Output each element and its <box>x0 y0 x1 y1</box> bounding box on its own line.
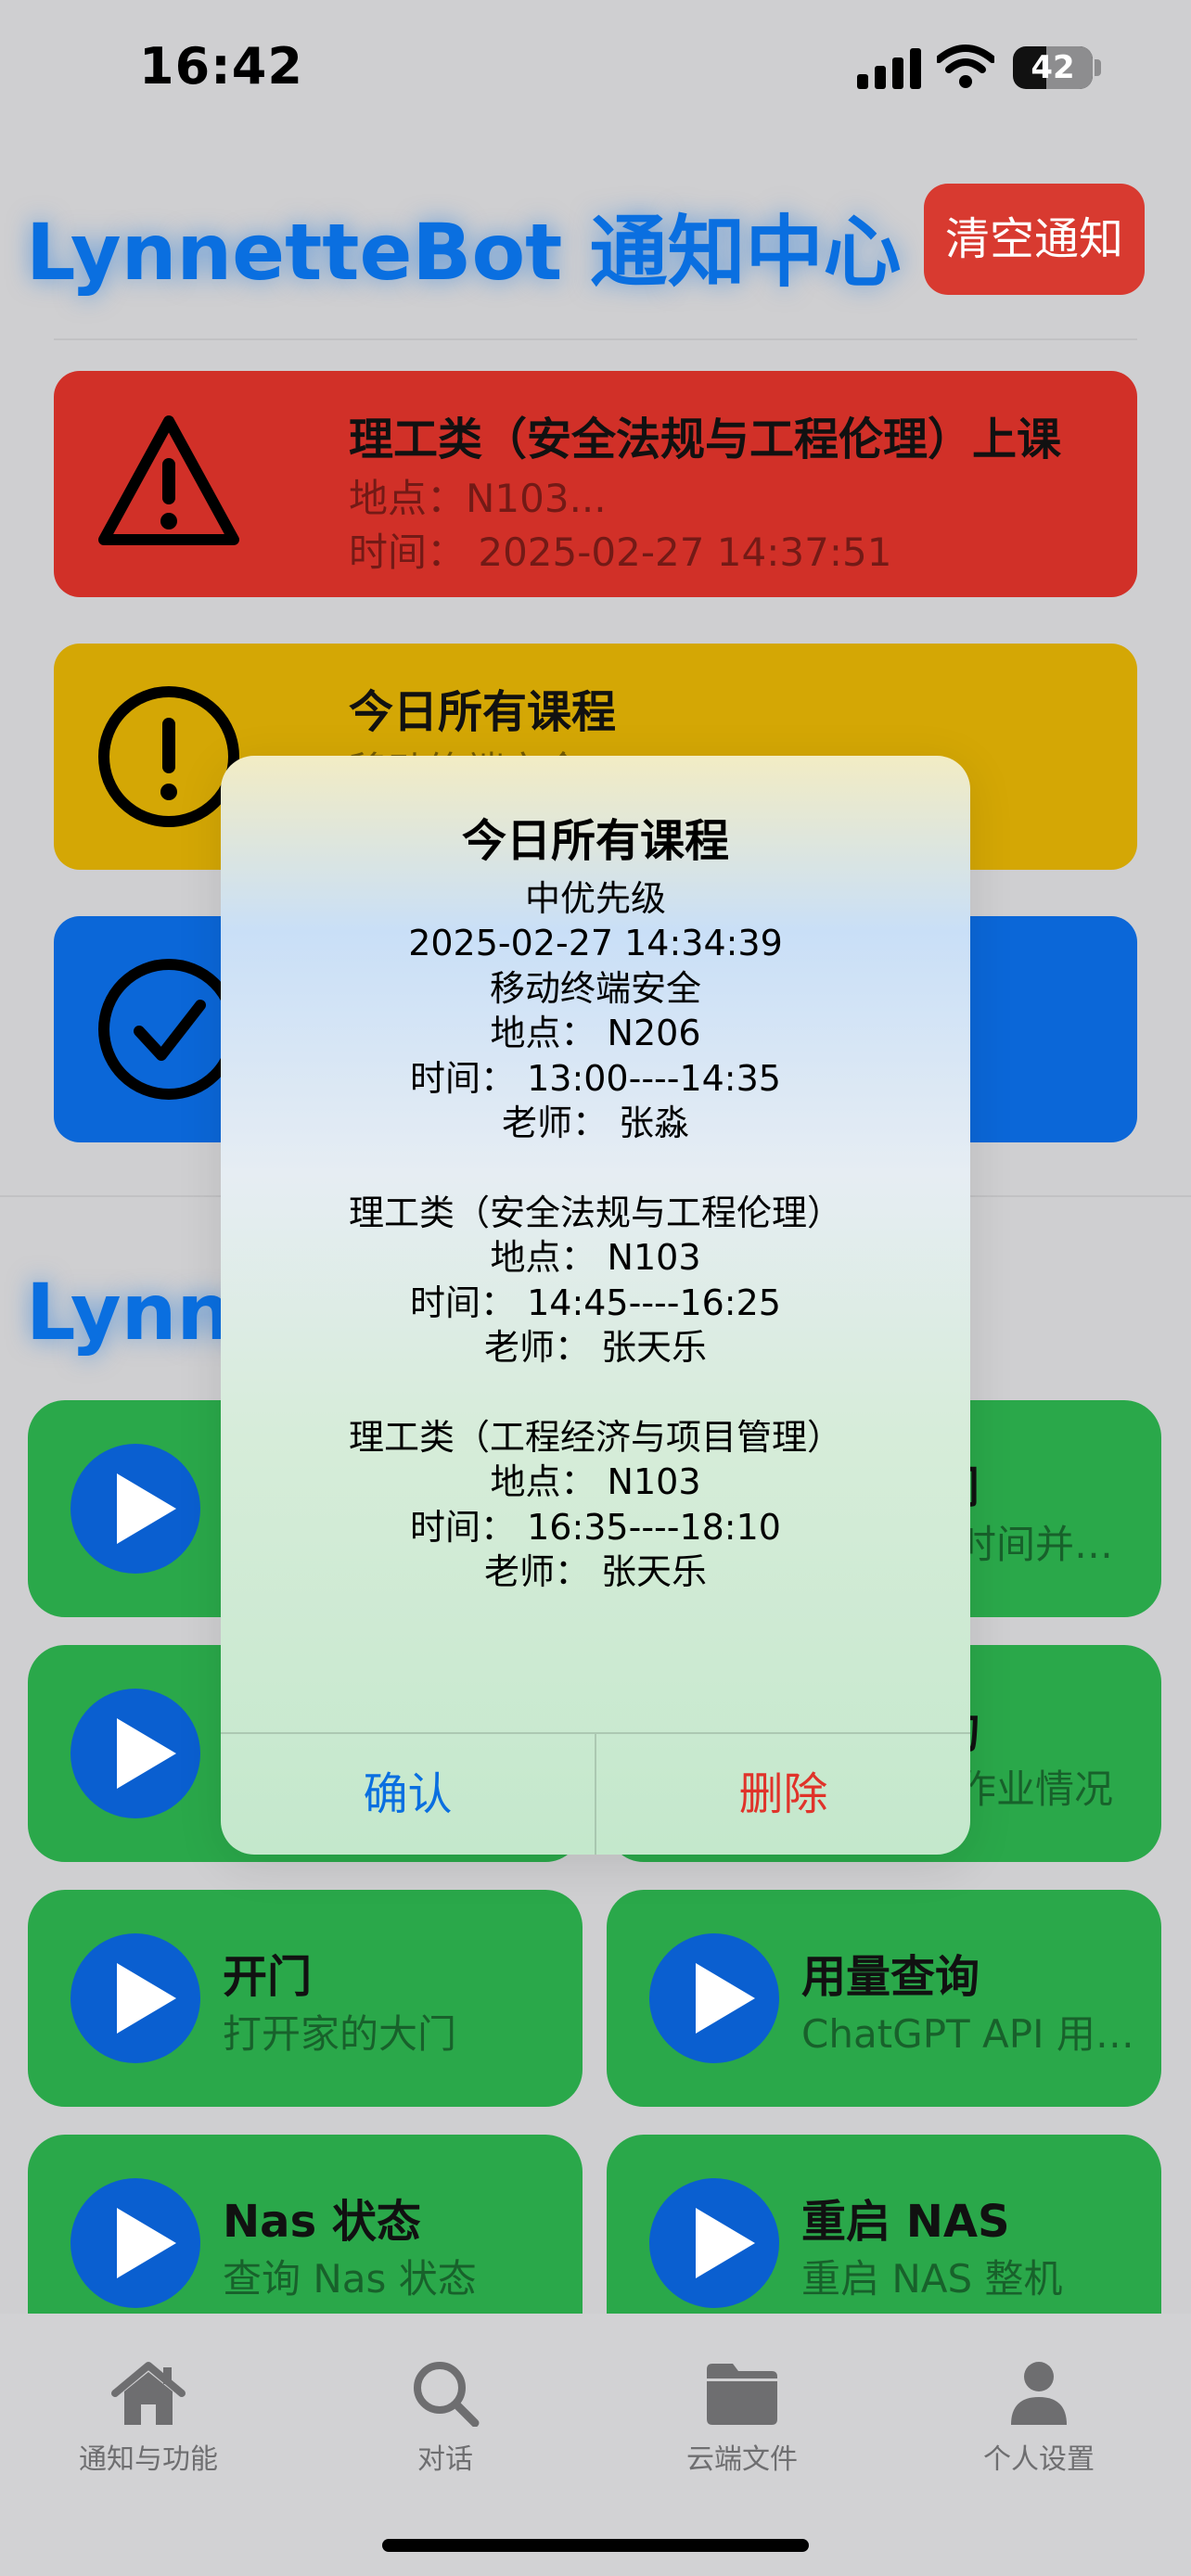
feature-subtitle: 打开家的大门 <box>223 2011 457 2057</box>
dialog-line <box>221 1370 970 1414</box>
dialog-title: 今日所有课程 <box>461 815 729 867</box>
tab-cloud-files[interactable]: 云端文件 <box>621 2360 863 2477</box>
notification-card-critical[interactable]: 理工类（安全法规与工程伦理）上课 地点：N103... 时间： 2025-02-… <box>54 371 1137 597</box>
play-icon <box>70 1689 200 1818</box>
tab-label: 云端文件 <box>686 2443 798 2476</box>
dialog-line: 时间： 14:45----16:25 <box>410 1282 781 1323</box>
feature-card-usage-query[interactable]: 用量查询 ChatGPT API 用量查询 <box>607 1890 1161 2107</box>
dialog-line: 理工类（工程经济与项目管理） <box>348 1416 842 1458</box>
battery-level: 42 <box>1031 49 1075 86</box>
dialog-line: 中优先级 <box>524 878 666 919</box>
dialog-line: 理工类（安全法规与工程伦理） <box>348 1192 842 1233</box>
delete-button[interactable]: 删除 <box>596 1734 970 1855</box>
dialog-line: 地点： N103 <box>490 1461 701 1503</box>
dialog-message: 中优先级 2025-02-27 14:34:39 移动终端安全 地点： N206… <box>221 876 970 1594</box>
tab-label: 个人设置 <box>983 2443 1095 2476</box>
feature-title: 开门 <box>223 1951 313 2003</box>
play-icon <box>649 2178 779 2308</box>
feature-card-open-door[interactable]: 开门 打开家的大门 <box>28 1890 583 2107</box>
notification-subtitle: 地点：N103... <box>349 476 607 521</box>
feature-title: 用量查询 <box>801 1951 980 2003</box>
course-alert-dialog: 今日所有课程 中优先级 2025-02-27 14:34:39 移动终端安全 地… <box>221 756 970 1855</box>
dialog-line: 2025-02-27 14:34:39 <box>408 923 783 964</box>
tab-notifications[interactable]: 通知与功能 <box>28 2360 269 2477</box>
person-icon <box>1011 2362 1067 2425</box>
feature-subtitle: 重启 NAS 整机 <box>801 2256 1063 2302</box>
status-time: 16:42 <box>139 37 303 96</box>
play-icon <box>70 1444 200 1574</box>
play-icon <box>70 1933 200 2063</box>
feature-subtitle: 查询 Nas 状态 <box>223 2256 477 2302</box>
dialog-line: 时间： 13:00----14:35 <box>410 1057 781 1099</box>
play-icon <box>70 2178 200 2308</box>
feature-subtitle: ChatGPT API 用量查询 <box>801 2011 1145 2057</box>
folder-icon <box>707 2364 777 2425</box>
dialog-line: 移动终端安全 <box>489 967 701 1009</box>
house-icon <box>111 2362 186 2425</box>
notification-title: 今日所有课程 <box>349 686 617 738</box>
play-icon <box>649 1933 779 2063</box>
notification-time: 时间： 2025-02-27 14:37:51 <box>349 529 892 575</box>
clear-notifications-button[interactable]: 清空通知 <box>924 184 1145 295</box>
feature-title: Nas 状态 <box>223 2196 421 2248</box>
battery-icon: 42 <box>1013 46 1093 89</box>
dialog-line <box>221 1145 970 1190</box>
home-indicator <box>382 2539 809 2552</box>
dialog-line: 时间： 16:35----18:10 <box>410 1506 781 1548</box>
dialog-line: 地点： N103 <box>490 1237 701 1279</box>
search-icon <box>414 2362 480 2427</box>
dialog-line: 老师： 张天乐 <box>483 1327 708 1369</box>
dialog-line: 老师： 张天乐 <box>483 1551 708 1593</box>
tab-bar: 通知与功能 对话 云端文件 个人设置 <box>0 2314 1191 2576</box>
wifi-icon <box>937 45 994 88</box>
tab-chat[interactable]: 对话 <box>325 2360 566 2477</box>
feature-card-nas-status[interactable]: Nas 状态 查询 Nas 状态 <box>28 2135 583 2314</box>
feature-card-restart-nas[interactable]: 重启 NAS 重启 NAS 整机 <box>607 2135 1161 2314</box>
page-title: LynnetteBot 通知中心 <box>26 207 902 298</box>
battery-tip <box>1095 59 1101 76</box>
cellular-signal-icon <box>857 48 921 89</box>
dialog-line: 老师： 张淼 <box>501 1103 690 1144</box>
divider <box>54 338 1137 340</box>
dialog-line: 地点： N206 <box>490 1013 701 1054</box>
warning-triangle-icon <box>98 415 239 545</box>
tab-settings[interactable]: 个人设置 <box>918 2360 1159 2477</box>
feature-title: 重启 NAS <box>801 2196 1010 2248</box>
confirm-button[interactable]: 确认 <box>221 1734 595 1855</box>
tab-label: 对话 <box>417 2443 473 2476</box>
tab-label: 通知与功能 <box>79 2443 218 2476</box>
notification-title: 理工类（安全法规与工程伦理）上课 <box>349 414 1062 465</box>
